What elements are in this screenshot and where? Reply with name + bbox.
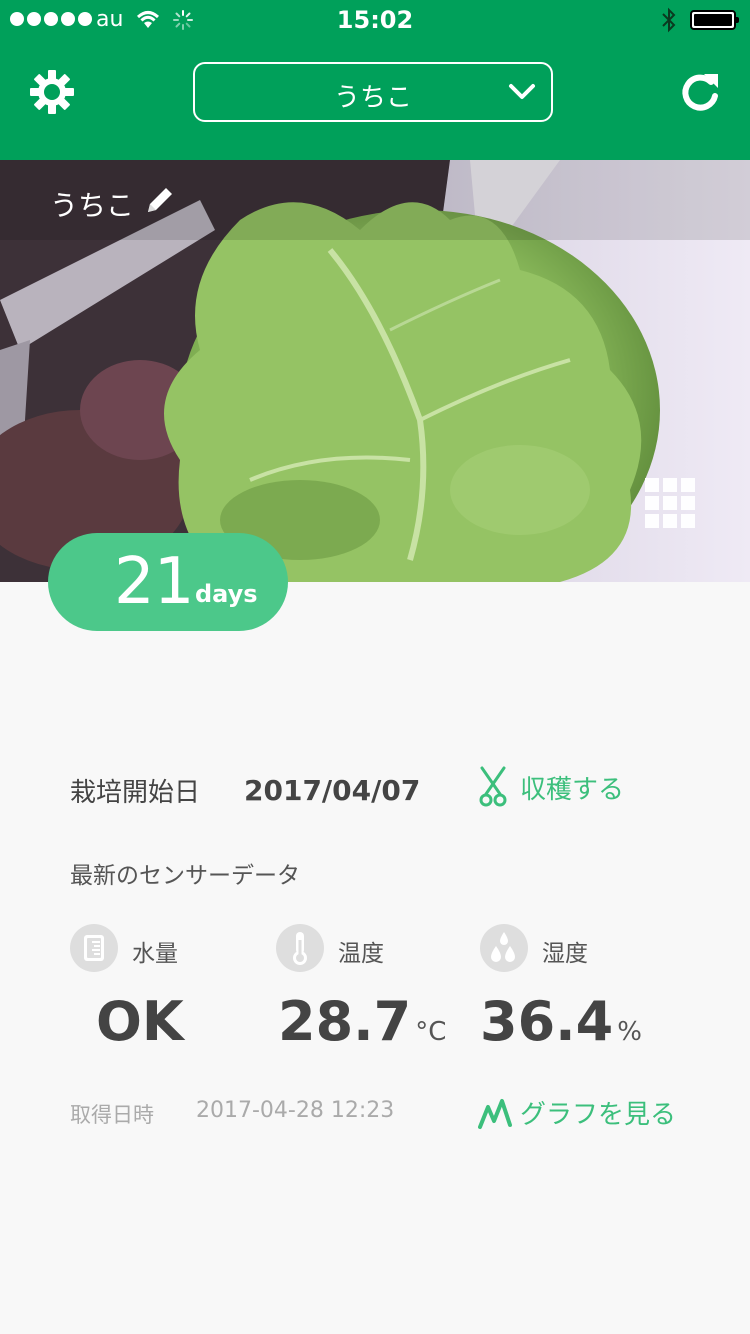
chevron-down-icon <box>509 84 535 99</box>
graph-icon <box>478 1098 512 1129</box>
humidity-value: 36.4% <box>480 990 642 1053</box>
harvest-button[interactable]: 収穫する <box>478 766 624 808</box>
temperature-label: 温度 <box>338 941 384 967</box>
gear-icon[interactable] <box>28 68 76 116</box>
temperature-unit: °C <box>415 1017 447 1047</box>
humidity-value-text: 36.4 <box>480 990 614 1053</box>
device-selector[interactable]: うちこ <box>193 62 553 122</box>
status-time: 15:02 <box>336 6 414 34</box>
days-badge: 21 days <box>48 533 288 631</box>
view-graph-label: グラフを見る <box>520 1100 677 1130</box>
water-drops-icon <box>480 924 528 972</box>
temperature-value-text: 28.7 <box>278 990 412 1053</box>
temperature-value: 28.7 °C <box>278 990 446 1053</box>
view-graph-button[interactable]: グラフを見る <box>478 1094 676 1131</box>
thermometer-icon <box>276 924 324 972</box>
plant-name: うちこ <box>50 189 135 222</box>
water-value: OK <box>96 990 184 1053</box>
battery-icon <box>690 10 739 30</box>
device-selector-label: うちこ <box>333 83 412 113</box>
status-bar: au 15:02 <box>0 0 750 40</box>
nav-bar: うちこ <box>0 40 750 160</box>
sensor-section-title: 最新のセンサーデータ <box>70 863 300 889</box>
start-date-label: 栽培開始日 <box>70 778 201 808</box>
water-label: 水量 <box>132 941 178 967</box>
grid-icon[interactable] <box>645 478 695 528</box>
acquired-time: 2017-04-28 12:23 <box>196 1098 395 1123</box>
humidity-unit: % <box>617 1017 642 1047</box>
start-date-value: 2017/04/07 <box>244 774 421 807</box>
water-value-text: OK <box>96 990 184 1053</box>
plant-photo[interactable]: うちこ <box>0 160 750 582</box>
harvest-label: 収穫する <box>520 774 625 805</box>
days-count: 21 <box>114 545 194 619</box>
water-tank-icon <box>70 924 118 972</box>
scissors-icon <box>479 766 507 807</box>
days-unit: days <box>195 580 258 608</box>
pencil-icon[interactable] <box>144 184 176 216</box>
bluetooth-icon <box>662 7 676 33</box>
humidity-label: 湿度 <box>542 941 588 967</box>
refresh-icon[interactable] <box>678 70 722 114</box>
acquired-label: 取得日時 <box>70 1103 154 1127</box>
